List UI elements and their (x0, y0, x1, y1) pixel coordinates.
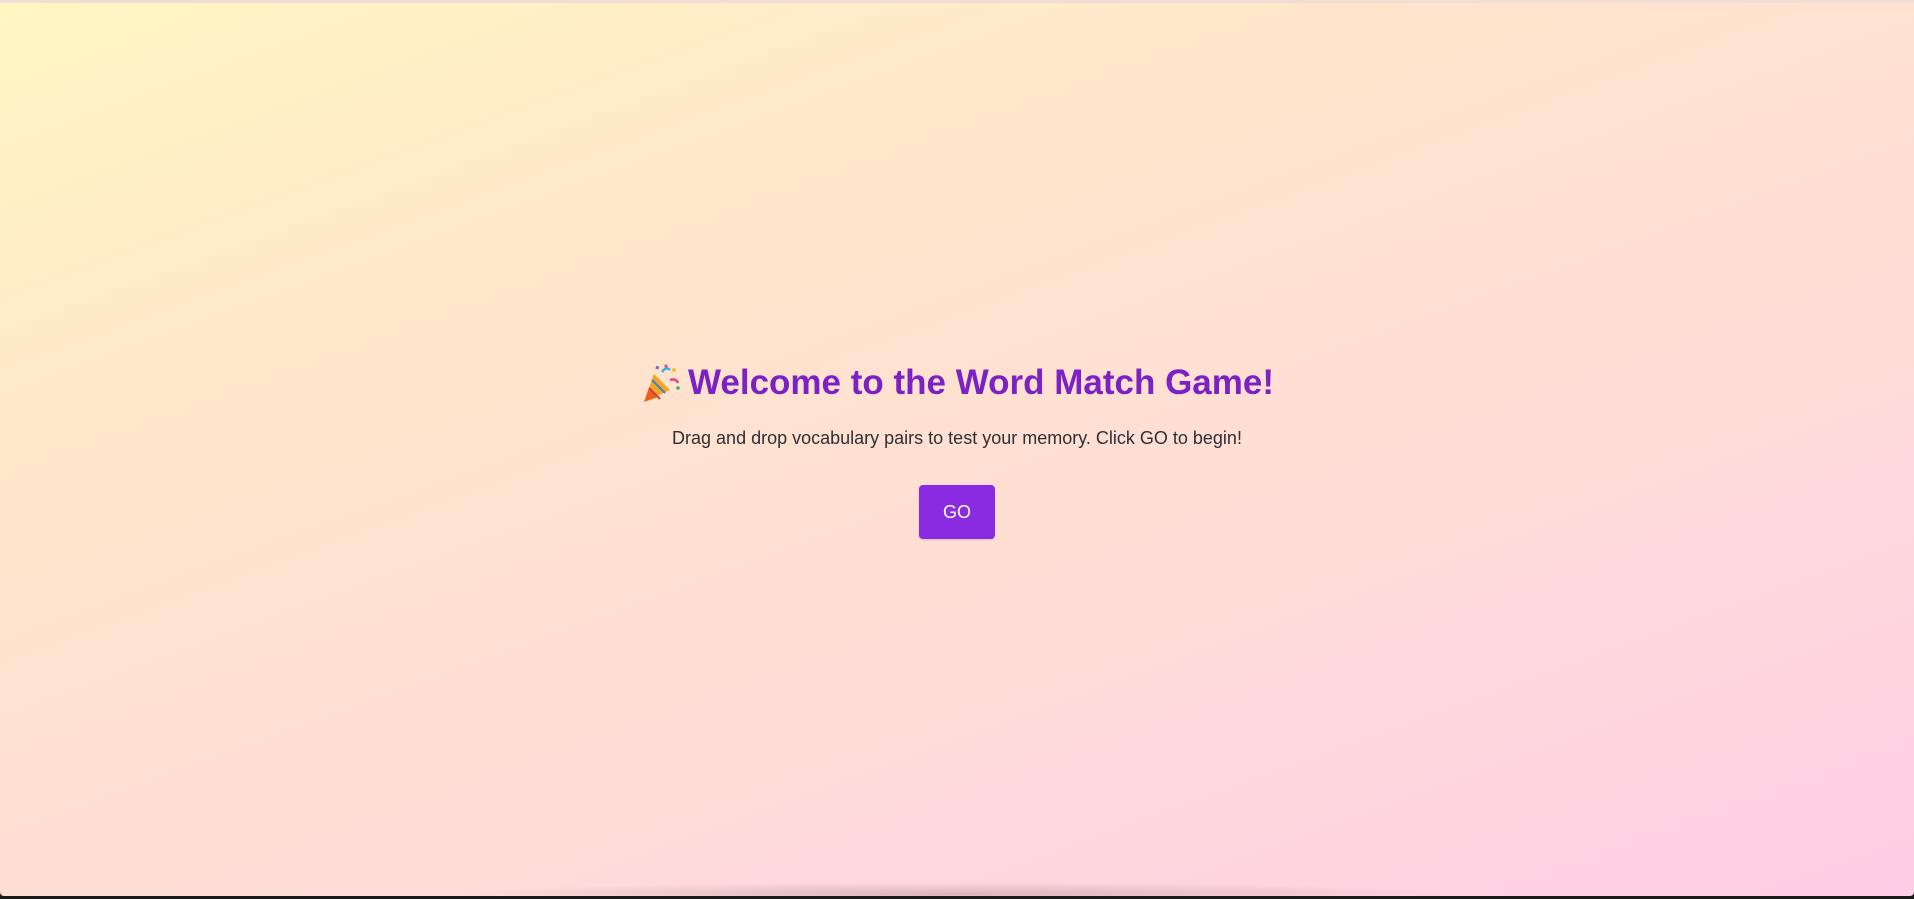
go-button[interactable]: GO (919, 485, 995, 539)
game-viewport: Welcome to the Word Match Game! Drag and… (0, 3, 1914, 896)
welcome-screen: Welcome to the Word Match Game! Drag and… (0, 358, 1914, 539)
instructions-text: Drag and drop vocabulary pairs to test y… (672, 428, 1242, 448)
bottom-shadow (450, 882, 1460, 896)
page-title: Welcome to the Word Match Game! (640, 358, 1274, 408)
party-popper-icon (640, 362, 682, 404)
title-text: Welcome to the Word Match Game! (687, 363, 1274, 402)
